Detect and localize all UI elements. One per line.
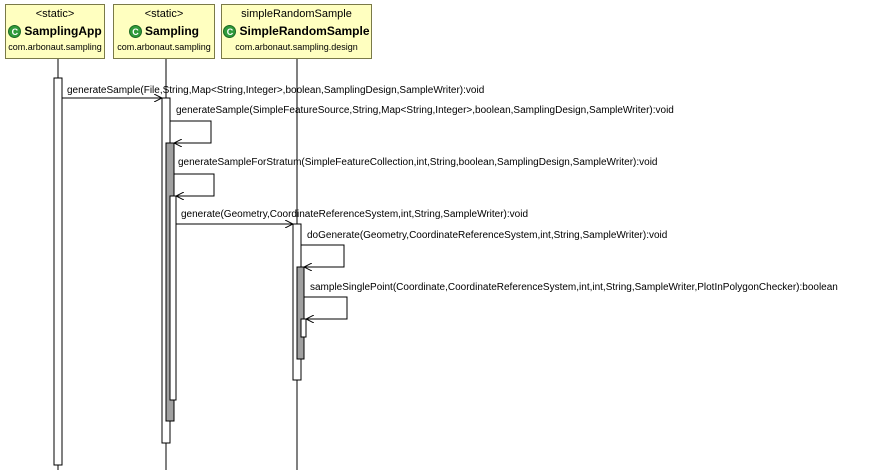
message-label-1: generateSample(File,String,Map<String,In…: [67, 85, 485, 96]
message-arrow-2[interactable]: [170, 120, 212, 143]
message-arrow-6[interactable]: [304, 296, 348, 319]
message-label-5: doGenerate(Geometry,CoordinateReferenceS…: [307, 230, 668, 241]
message-label-4: generate(Geometry,CoordinateReferenceSys…: [181, 209, 529, 220]
message-arrow-3[interactable]: [174, 173, 215, 196]
message-arrow-5[interactable]: [301, 244, 345, 267]
activation-srs-nested-1[interactable]: [296, 266, 305, 360]
message-label-3: generateSampleForStratum(SimpleFeatureCo…: [178, 157, 658, 168]
message-label-6: sampleSinglePoint(Coordinate,CoordinateR…: [310, 282, 838, 293]
activation-sampling-nested-2[interactable]: [169, 195, 177, 401]
activation-srs-nested-2[interactable]: [300, 318, 307, 338]
message-label-2: generateSample(SimpleFeatureSource,Strin…: [176, 105, 674, 116]
activation-samplingapp[interactable]: [53, 77, 63, 466]
